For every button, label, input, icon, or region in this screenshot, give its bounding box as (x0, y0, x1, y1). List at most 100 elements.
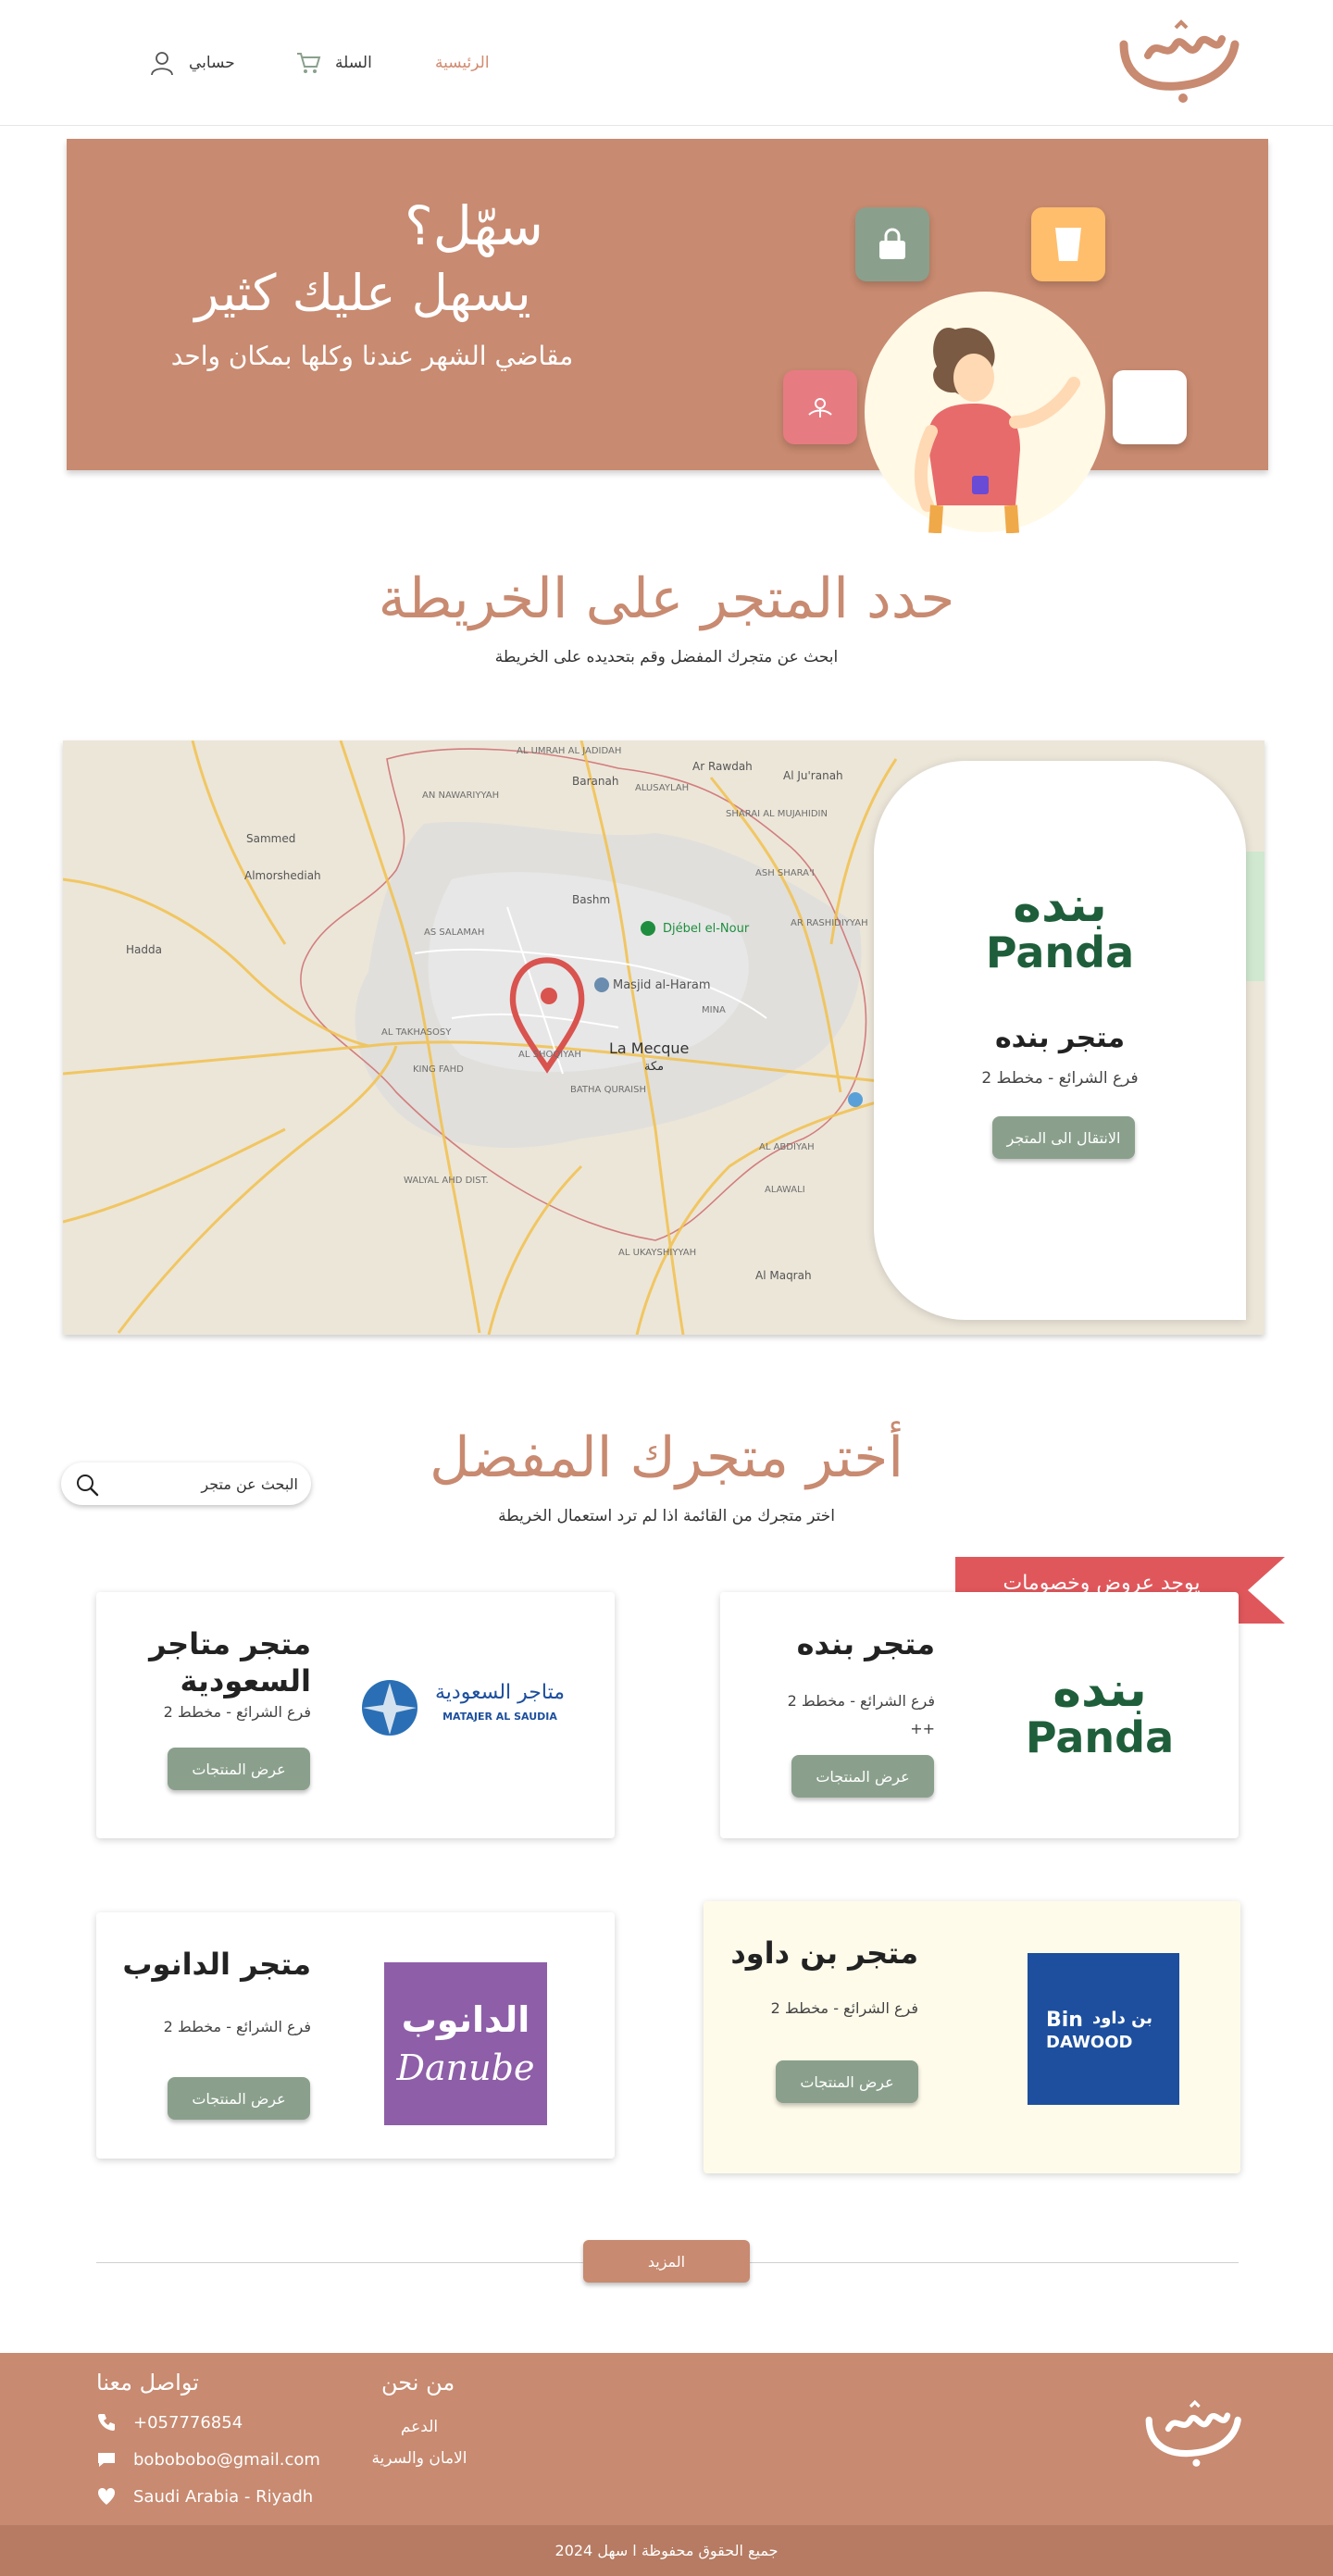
panda-logo-en: Panda (985, 927, 1135, 977)
map-label-al-maqrah: Al Maqrah (755, 1269, 812, 1282)
blank-tile (1113, 370, 1187, 444)
bin-dawood-logo-en-2: DAWOOD (1046, 2033, 1133, 2052)
cup-tile (1031, 207, 1105, 281)
map-label-masjid: Masjid al-Haram (613, 978, 711, 992)
map-label-al-awali: ALAWALI (765, 1185, 805, 1195)
map-label-king-fahd: KING FAHD (413, 1064, 464, 1075)
phone-number: +057776854 (133, 2412, 243, 2433)
panda-logo: بنده Panda (874, 881, 1246, 977)
security-link[interactable]: الامان والسرية (327, 2449, 512, 2468)
store-extra: ++ (910, 1720, 935, 1737)
danube-logo: الدانوب Danube (384, 1962, 547, 2125)
map-label-la-mecque: La Mecque (609, 1039, 689, 1057)
map-label-baranah: Baranah (572, 775, 618, 788)
park-icon (641, 921, 655, 936)
danube-logo-ar: الدانوب (401, 1999, 530, 2040)
store-name: متجر الدانوب (122, 1947, 311, 1982)
shopper-illustration (915, 328, 1080, 533)
view-products-button[interactable]: عرض المنتجات (168, 1748, 310, 1790)
nav-home[interactable]: الرئيسية (435, 46, 490, 80)
cart-icon (297, 53, 321, 73)
user-icon (151, 52, 173, 76)
sahl-logo[interactable] (1111, 19, 1250, 106)
heart-icon (97, 2487, 116, 2505)
map-label-ar-rashidiyyah: AR RASHIDIYYAH (791, 918, 868, 928)
matajer-emblem-icon (362, 1680, 417, 1736)
map-label-as-salamah: AS SALAMAH (424, 927, 484, 938)
store-branch: فرع الشرائع - مخطط 2 (787, 1692, 935, 1710)
map-label-al-mujahidin: SHARAI AL MUJAHIDIN (726, 809, 828, 819)
map-label-al-usaylah: ALUSAYLAH (635, 783, 689, 793)
map-label-sammed: Sammed (246, 832, 295, 845)
load-more-button[interactable]: المزيد (583, 2240, 750, 2283)
map-label-djebel: Djébel el-Nour (663, 922, 750, 936)
go-to-store-button[interactable]: الانتقال الى المتجر (992, 1116, 1135, 1159)
chat-icon (98, 2453, 115, 2467)
hero-banner: سهّل؟ يسهل عليك كثير مقاضي الشهر عندنا و… (67, 139, 1268, 533)
support-link[interactable]: الدعم (327, 2418, 512, 2436)
map-label-ash-sharai: ASH SHARA'I (755, 868, 815, 878)
selected-store-card: بنده Panda متجر بنده فرع الشرائع - مخطط … (874, 761, 1246, 1320)
contact-title: تواصل معنا (96, 2370, 199, 2396)
map-section-title: حدد المتجر على الخريطة (378, 566, 955, 631)
store-search[interactable] (61, 1462, 311, 1505)
bin-dawood-logo-ar: بن داود (1092, 2009, 1153, 2028)
site-footer: تواصل معنا +057776854 bobobobo@gmail.com… (0, 2353, 1333, 2525)
store-name: متجر بنده (796, 1626, 935, 1661)
nav-home-label: الرئيسية (435, 54, 490, 72)
panda-logo-ar: بنده (1053, 1662, 1147, 1718)
map-label-al-shoqiyah: AL SHOQIYAH (518, 1050, 581, 1060)
store-search-input[interactable] (117, 1462, 298, 1505)
danube-logo-en: Danube (396, 2047, 535, 2088)
bag-tile (855, 207, 929, 281)
bin-dawood-logo-en-1: Bin (1046, 2009, 1083, 2032)
store-card-panda[interactable]: متجر بنده فرع الشرائع - مخطط 2 ++ عرض ال… (720, 1592, 1239, 1838)
footer-phone[interactable]: +057776854 (96, 2412, 243, 2433)
map-label-batha: BATHA QURAISH (570, 1085, 646, 1095)
map-section-subtitle: ابحث عن متجرك المفضل وقم بتحديده على الخ… (494, 648, 839, 666)
footer-email[interactable]: bobobobo@gmail.com (96, 2449, 320, 2470)
store-card-bin-dawood[interactable]: متجر بن داود فرع الشرائع - مخطط 2 عرض ال… (704, 1901, 1240, 2173)
map-label-bashm: Bashm (572, 893, 610, 906)
map-label-hadda: Hadda (126, 943, 162, 956)
matajer-logo-ar: متاجر السعودية (435, 1681, 565, 1704)
footer-location: Saudi Arabia - Riyadh (96, 2486, 313, 2507)
map-label-makkah: مكة (644, 1060, 664, 1074)
view-products-button[interactable]: عرض المنتجات (168, 2077, 310, 2120)
location-text: Saudi Arabia - Riyadh (133, 2486, 314, 2507)
selected-store-name: متجر بنده (994, 1022, 1126, 1054)
bin-dawood-logo: بن داود Bin DAWOOD (1028, 1953, 1179, 2105)
hero-headline: سهّل؟ (404, 194, 544, 257)
hero-tagline: يسهل عليك كثير (194, 264, 531, 322)
panda-logo-en: Panda (1025, 1712, 1175, 1762)
map-label-walyal: WALYAL AHD DIST. (404, 1176, 489, 1186)
store-name: متجر متاجر السعودية (149, 1626, 311, 1699)
hero-description: مقاضي الشهر عندنا وكلها بمكان واحد (170, 341, 574, 371)
site-header: الرئيسية السلة حسابي (0, 0, 1333, 126)
store-card-matajer[interactable]: متجر متاجر السعودية فرع الشرائع - مخطط 2… (96, 1592, 615, 1838)
matajer-logo-en: MATAJER AL SAUDIA (442, 1711, 557, 1723)
matajer-logo: متاجر السعودية MATAJER AL SAUDIA (359, 1672, 572, 1746)
stores-section-subtitle: اختر متجرك من القائمة اذا لم ترد استعمال… (498, 1507, 835, 1525)
view-products-button[interactable]: عرض المنتجات (791, 1755, 934, 1798)
phone-icon (98, 2414, 115, 2431)
search-icon[interactable] (74, 1472, 100, 1498)
store-name: متجر بن داود (730, 1935, 918, 1971)
selected-store-branch: فرع الشرائع - مخطط 2 (981, 1069, 1139, 1088)
nav-account[interactable]: حسابي (148, 46, 235, 80)
email-address: bobobobo@gmail.com (133, 2449, 320, 2470)
store-card-danube[interactable]: متجر الدانوب فرع الشرائع - مخطط 2 عرض ال… (96, 1912, 615, 2159)
nav-account-label: حسابي (189, 54, 235, 72)
panda-logo-ar: بنده (1013, 877, 1107, 933)
cup-icon (1055, 228, 1081, 261)
store-map[interactable]: La Mecque مكة Masjid al-Haram Djébel el-… (63, 740, 1264, 1335)
map-label-al-umrah: AL UMRAH AL JADIDAH (517, 746, 621, 756)
view-products-button[interactable]: عرض المنتجات (776, 2060, 918, 2103)
about-title: من نحن (381, 2370, 455, 2396)
map-label-al-abdiyah: AL ABDIYAH (759, 1142, 815, 1152)
store-branch: فرع الشرائع - مخطط 2 (163, 1703, 311, 1721)
map-label-an-nawariyyah: AN NAWARIYYAH (422, 790, 499, 801)
poi-icon (848, 1092, 863, 1107)
store-branch: فرع الشرائع - مخطط 2 (163, 2018, 311, 2035)
nav-cart[interactable]: السلة (294, 46, 372, 80)
